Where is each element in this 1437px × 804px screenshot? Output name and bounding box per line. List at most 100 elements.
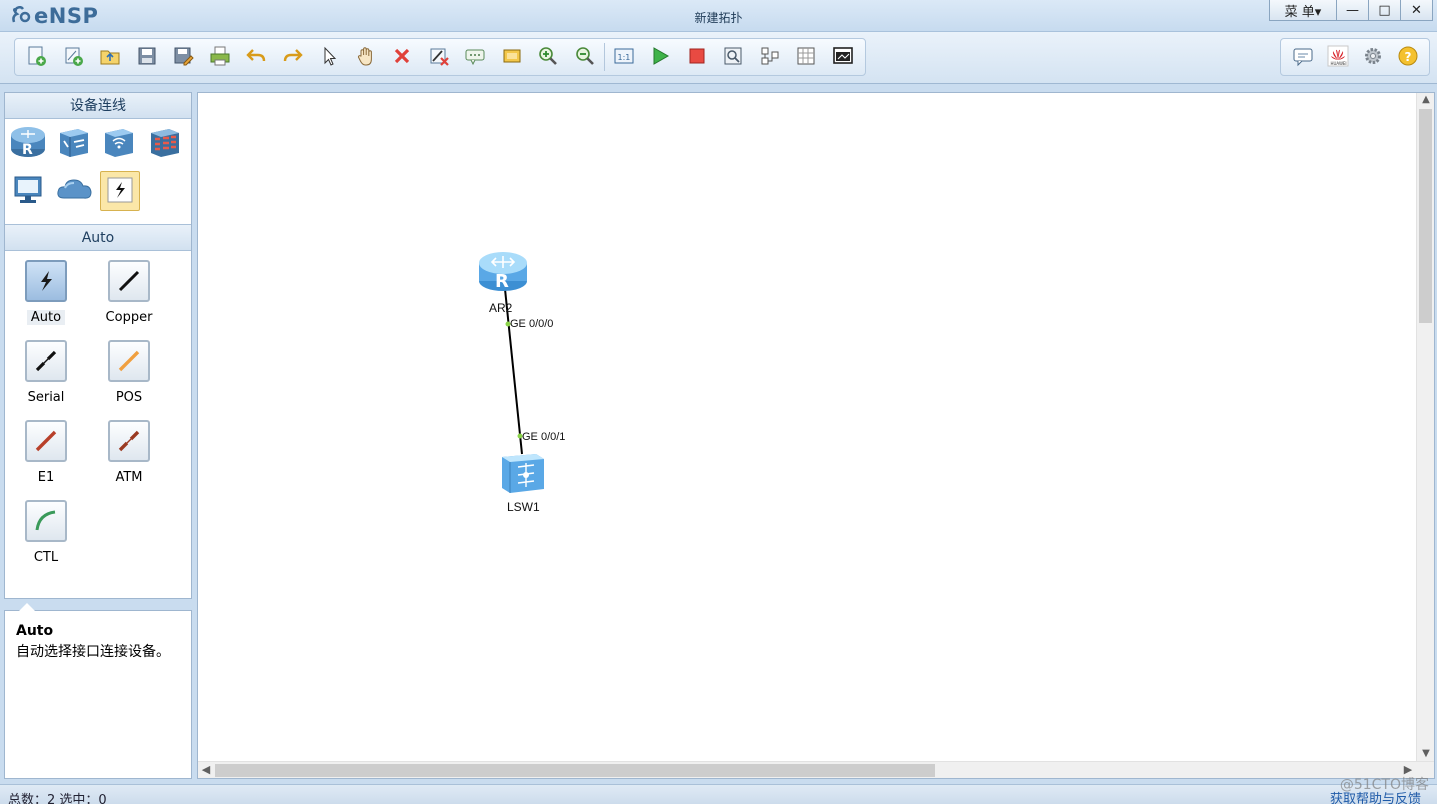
stop-device-button[interactable] (679, 42, 715, 72)
delete-all-links-button[interactable] (420, 42, 456, 72)
svg-text:HUAWEI: HUAWEI (1330, 61, 1346, 66)
scroll-down-icon[interactable]: ▼ (1417, 747, 1435, 761)
help-button[interactable]: ? (1390, 42, 1425, 72)
firewall-category[interactable] (145, 123, 185, 163)
cable-label: Copper (105, 310, 153, 325)
cable-auto[interactable]: Auto (16, 256, 76, 336)
save-as-button[interactable] (165, 42, 201, 72)
device-panel: 设备连线 R Auto Auto Copper Serial POS E1 AT… (4, 92, 192, 599)
watermark: @51CTO博客 (1339, 777, 1429, 793)
wlan-icon (101, 125, 137, 162)
svg-text:R: R (22, 142, 33, 158)
start-device-button[interactable] (642, 42, 678, 72)
horizontal-scroll-thumb[interactable] (215, 764, 935, 777)
info-description: 自动选择接口连接设备。 (16, 644, 170, 660)
message-icon (1292, 45, 1314, 70)
node-label-ar2: AR2 (489, 301, 513, 315)
cable-label: Serial (27, 390, 65, 405)
device-section-title: 设备连线 (5, 93, 191, 119)
horizontal-scrollbar[interactable]: ◀ ▶ (198, 761, 1434, 778)
vertical-scroll-thumb[interactable] (1419, 109, 1432, 323)
new-example-button[interactable] (55, 42, 91, 72)
add-text-icon (464, 45, 486, 70)
undo-button[interactable] (238, 42, 274, 72)
info-panel-notch (19, 603, 35, 611)
copper-cable-icon (108, 260, 150, 302)
router-icon: R (9, 125, 47, 162)
router-node[interactable]: R (477, 249, 529, 295)
link-icon (107, 177, 133, 206)
cable-copper[interactable]: Copper (99, 256, 159, 336)
zoom-in-button[interactable] (530, 42, 566, 72)
undo-icon (245, 45, 267, 70)
pc-category[interactable] (8, 171, 48, 211)
menu-button[interactable]: 菜 单▾ (1270, 0, 1336, 20)
open-icon (99, 45, 121, 70)
cable-atm[interactable]: ATM (99, 416, 159, 496)
e1-cable-icon (25, 420, 67, 462)
delete-button[interactable] (384, 42, 420, 72)
cable-pos[interactable]: POS (99, 336, 159, 416)
new-example-icon (63, 45, 85, 70)
router-icon: R (477, 252, 529, 298)
huawei-icon: HUAWEI (1327, 45, 1349, 70)
topology-canvas[interactable]: R AR2 GE 0/0/0 LSW1 GE 0/0/1 ▲ ▼ ◀ ▶ (197, 92, 1435, 779)
info-title: Auto (16, 623, 54, 639)
settings-button[interactable] (1355, 42, 1390, 72)
zoom-out-button[interactable] (566, 42, 602, 72)
link-category[interactable] (100, 171, 140, 211)
hand-icon (355, 45, 377, 70)
cable-label: ATM (115, 470, 143, 485)
ctl-cable-icon (25, 500, 67, 542)
cable-ctl[interactable]: CTL (16, 496, 76, 576)
wlan-category[interactable] (99, 123, 139, 163)
terminal-button[interactable] (825, 42, 861, 72)
zoom-out-icon (574, 45, 596, 70)
huawei-button[interactable]: HUAWEI (1320, 42, 1355, 72)
router-category[interactable]: R (8, 123, 48, 163)
topology-links (504, 288, 523, 455)
capture-button[interactable] (715, 42, 751, 72)
title-bar: eNSP 新建拓扑 菜 单▾ — □ ✕ (0, 0, 1437, 32)
svg-text:1:1: 1:1 (617, 53, 630, 62)
open-button[interactable] (92, 42, 128, 72)
fit-view-button[interactable]: 1:1 (606, 42, 642, 72)
palette-button[interactable] (493, 42, 529, 72)
add-text-button[interactable] (457, 42, 493, 72)
print-button[interactable] (201, 42, 237, 72)
select-button[interactable] (311, 42, 347, 72)
scroll-up-icon[interactable]: ▲ (1417, 93, 1435, 107)
right-toolbar-group: HUAWEI ? (1280, 38, 1430, 76)
cable-label: Auto (26, 310, 66, 325)
new-topology-button[interactable] (19, 42, 55, 72)
minimize-button[interactable]: — (1336, 0, 1368, 20)
node-label-lsw1: LSW1 (507, 500, 540, 514)
message-button[interactable] (1285, 42, 1320, 72)
cable-serial[interactable]: Serial (16, 336, 76, 416)
svg-text:?: ? (1404, 50, 1411, 64)
grid-icon (795, 45, 817, 70)
atm-cable-icon (108, 420, 150, 462)
topology-button[interactable] (752, 42, 788, 72)
cable-e1[interactable]: E1 (16, 416, 76, 496)
vertical-scrollbar[interactable]: ▲ ▼ (1416, 93, 1434, 761)
switch-node[interactable] (500, 451, 546, 495)
redo-button[interactable] (274, 42, 310, 72)
grid-button[interactable] (788, 42, 824, 72)
cable-label: E1 (37, 470, 55, 485)
close-button[interactable]: ✕ (1400, 0, 1432, 20)
switch-icon (500, 454, 546, 498)
svg-text:R: R (495, 271, 509, 292)
maximize-button[interactable]: □ (1368, 0, 1400, 20)
cloud-category[interactable] (54, 171, 94, 211)
save-icon (136, 45, 158, 70)
delete-icon (391, 45, 413, 70)
start-device-icon (649, 45, 671, 70)
status-bar: 总数：2 选中：0 获取帮助与反馈 (0, 784, 1437, 804)
switch-category[interactable] (54, 123, 94, 163)
firewall-icon (147, 125, 183, 162)
hand-button[interactable] (347, 42, 383, 72)
port-label-ge001: GE 0/0/1 (522, 431, 566, 443)
scroll-left-icon[interactable]: ◀ (198, 762, 214, 778)
save-button[interactable] (128, 42, 164, 72)
